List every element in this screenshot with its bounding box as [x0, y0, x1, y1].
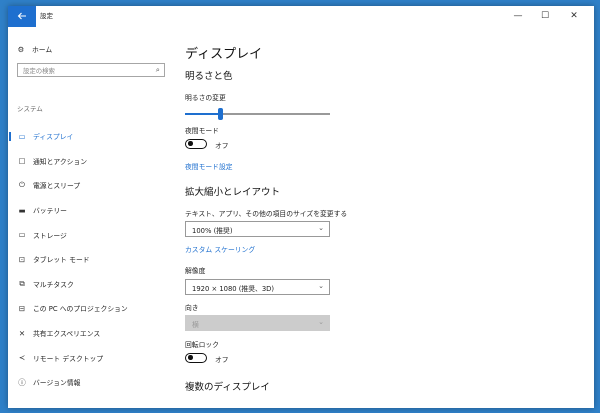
search-icon: ⌕ [155, 65, 160, 74]
scale-dropdown[interactable]: 100% (推奨) ⌄ [185, 221, 330, 237]
sidebar-nav: ▭ ディスプレイ ▢ 通知とアクション ⏻ 電源とスリープ ▬ バッテリー ▭ … [8, 124, 168, 395]
orientation-dropdown-value: 横 [192, 321, 199, 329]
page-title: ディスプレイ [185, 47, 263, 62]
selection-indicator [9, 132, 11, 141]
sidebar-item-multitask[interactable]: ⧉ マルチタスク [8, 272, 168, 297]
back-arrow-icon [17, 12, 26, 20]
back-button[interactable] [8, 6, 36, 27]
projection-icon: ⊟ [18, 303, 26, 313]
close-button[interactable]: ✕ [561, 6, 587, 27]
sidebar-item-label: この PC へのプロジェクション [33, 305, 128, 314]
custom-scaling-link[interactable]: カスタム スケーリング [185, 244, 255, 254]
monitor-icon: ▭ [18, 131, 26, 141]
chevron-down-icon: ⌄ [318, 318, 324, 326]
main-content: ディスプレイ 明るさと色 明るさの変更 夜間モード オフ 夜間モード設定 拡大縮… [185, 27, 585, 408]
remote-icon: ≺ [18, 353, 26, 363]
chevron-down-icon: ⌄ [318, 282, 324, 290]
multi-display-heading: 複数のディスプレイ [185, 382, 270, 393]
rotation-lock-toggle[interactable] [185, 353, 207, 363]
slider-fill [185, 113, 220, 115]
night-mode-toggle[interactable] [185, 139, 207, 149]
settings-window: 設定 — ☐ ✕ ⚙ ホーム 設定の検索 ⌕ システム ▭ ディスプレイ ▢ 通… [8, 6, 594, 408]
toggle-knob [188, 141, 193, 146]
sidebar-item-label: ホーム [32, 46, 53, 54]
sidebar-item-notifications[interactable]: ▢ 通知とアクション [8, 149, 168, 174]
scale-dropdown-value: 100% (推奨) [192, 227, 233, 235]
sidebar-item-label: 通知とアクション [33, 157, 88, 166]
night-mode-label: 夜間モード [185, 127, 219, 135]
sidebar-item-about[interactable]: ⓘ バージョン情報 [8, 370, 168, 395]
brightness-slider[interactable] [185, 108, 330, 120]
section-label: システム [17, 105, 43, 113]
battery-icon: ▬ [18, 205, 26, 215]
minimize-button[interactable]: — [505, 6, 531, 27]
sidebar-item-remote-desktop[interactable]: ≺ リモート デスクトップ [8, 345, 168, 370]
slider-thumb[interactable] [217, 108, 223, 120]
sidebar-item-home[interactable]: ⚙ ホーム [16, 43, 53, 55]
sidebar-item-shared-experiences[interactable]: ✕ 共有エクスペリエンス [8, 321, 168, 346]
orientation-label: 向き [185, 304, 199, 312]
sidebar: ⚙ ホーム 設定の検索 ⌕ システム ▭ ディスプレイ ▢ 通知とアクション ⏻… [8, 27, 168, 408]
storage-icon: ▭ [18, 230, 26, 240]
chevron-down-icon: ⌄ [318, 224, 324, 232]
title-bar: 設定 — ☐ ✕ [8, 6, 594, 27]
resolution-dropdown-value: 1920 × 1080 (推奨、3D) [192, 285, 275, 293]
sidebar-item-projection[interactable]: ⊟ この PC へのプロジェクション [8, 296, 168, 321]
sidebar-item-battery[interactable]: ▬ バッテリー [8, 198, 168, 223]
gear-icon: ⚙ [17, 44, 25, 54]
sidebar-item-label: バージョン情報 [33, 379, 81, 388]
brightness-heading: 明るさと色 [185, 71, 233, 82]
sidebar-item-label: 電源とスリープ [33, 182, 81, 191]
notification-icon: ▢ [18, 156, 26, 166]
sidebar-item-display[interactable]: ▭ ディスプレイ [8, 124, 168, 149]
sidebar-item-label: ディスプレイ [33, 133, 74, 142]
scale-heading: 拡大縮小とレイアウト [185, 187, 281, 198]
sidebar-item-label: ストレージ [33, 231, 67, 240]
sidebar-item-power[interactable]: ⏻ 電源とスリープ [8, 173, 168, 198]
resolution-label: 解像度 [185, 267, 206, 275]
rotation-lock-state: オフ [215, 356, 229, 364]
night-mode-state: オフ [215, 142, 229, 150]
sidebar-item-label: 共有エクスペリエンス [33, 330, 101, 339]
sidebar-item-label: バッテリー [33, 207, 67, 216]
brightness-label: 明るさの変更 [185, 94, 226, 102]
sidebar-item-label: マルチタスク [33, 280, 74, 289]
window-title: 設定 [40, 12, 53, 20]
tablet-icon: ⊡ [18, 254, 26, 264]
resolution-dropdown[interactable]: 1920 × 1080 (推奨、3D) ⌄ [185, 279, 330, 295]
night-mode-settings-link[interactable]: 夜間モード設定 [185, 161, 233, 171]
toggle-knob [188, 355, 193, 360]
scale-label: テキスト、アプリ、その他の項目のサイズを変更する [185, 210, 348, 218]
orientation-dropdown[interactable]: 横 ⌄ [185, 315, 330, 331]
search-placeholder: 設定の検索 [23, 67, 55, 75]
rotation-lock-label: 回転ロック [185, 341, 219, 349]
search-input[interactable]: 設定の検索 ⌕ [17, 63, 165, 77]
info-icon: ⓘ [18, 377, 26, 387]
sidebar-item-label: タブレット モード [33, 256, 90, 265]
sidebar-item-label: リモート デスクトップ [33, 354, 104, 363]
share-icon: ✕ [18, 328, 26, 338]
sidebar-item-tablet[interactable]: ⊡ タブレット モード [8, 247, 168, 272]
maximize-button[interactable]: ☐ [532, 6, 558, 27]
multitask-icon: ⧉ [19, 278, 25, 288]
power-icon: ⏻ [19, 180, 25, 190]
sidebar-item-storage[interactable]: ▭ ストレージ [8, 222, 168, 247]
